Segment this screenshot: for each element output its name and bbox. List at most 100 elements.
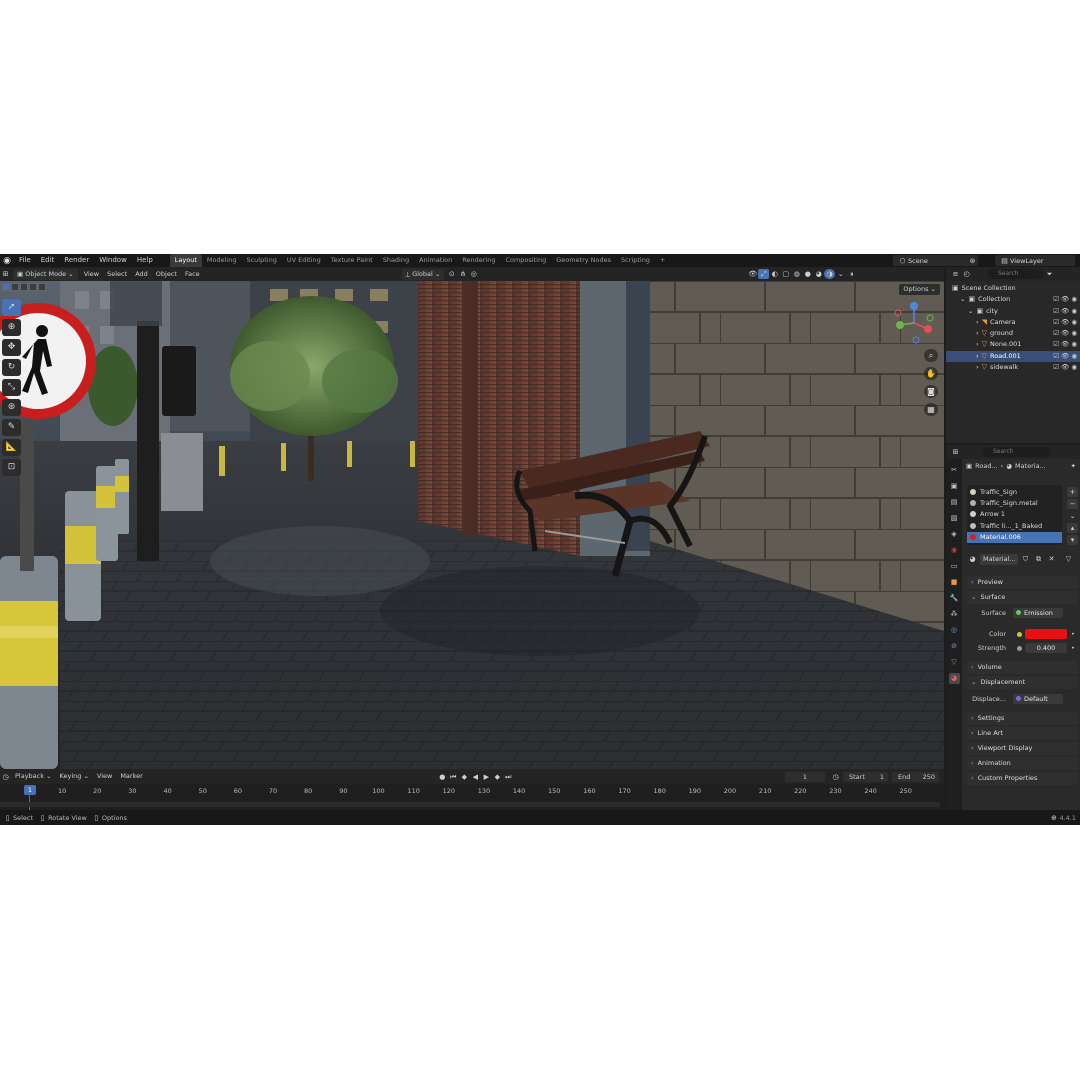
tab-sculpting[interactable]: Sculpting — [241, 254, 281, 267]
proportional-edit-icon[interactable]: ◎ — [468, 269, 479, 279]
visibility-toggles[interactable]: ☑ 👁 ◉ — [1053, 294, 1077, 305]
outliner-row[interactable]: › ◥ Camera ☑ 👁 ◉ — [946, 317, 1080, 328]
navigation-gizmo[interactable] — [892, 301, 936, 345]
material-slot-row[interactable]: Material.006 — [967, 531, 1062, 543]
material-name-field[interactable]: Material... — [980, 553, 1018, 565]
tab-texture-paint[interactable]: Texture Paint — [326, 254, 378, 267]
snap-icon[interactable]: ⋔ — [457, 269, 468, 279]
duplicate-material-icon[interactable]: ⧉ — [1033, 554, 1044, 564]
tab-geometry-nodes[interactable]: Geometry Nodes — [551, 254, 616, 267]
tab-rendering[interactable]: Rendering — [457, 254, 500, 267]
zoom-icon[interactable]: ⌕ — [924, 349, 938, 362]
material-tab-icon[interactable]: ◕ — [948, 673, 960, 684]
xray-icon[interactable]: ▢ — [780, 269, 791, 279]
move-tool-icon[interactable]: ✥ — [2, 339, 21, 356]
select-tool-icon[interactable]: ➚ — [2, 299, 21, 316]
jump-start-icon[interactable]: ⏮ — [448, 772, 459, 782]
end-frame-field[interactable]: End 250 — [892, 772, 939, 782]
tab-animation[interactable]: Animation — [414, 254, 457, 267]
orientation-dropdown[interactable]: ⟂ Global ⌄ — [401, 268, 445, 280]
menu-help[interactable]: Help — [132, 254, 158, 267]
chevron-down-icon[interactable]: ⌄ — [960, 295, 965, 303]
jump-end-icon[interactable]: ⏭ — [503, 772, 514, 782]
panel-custom-properties[interactable]: › Custom Properties — [967, 772, 1078, 785]
properties-editor-icon[interactable]: ⊞ — [950, 447, 961, 457]
chevron-right-icon[interactable]: › — [976, 318, 979, 326]
particles-tab-icon[interactable]: ⁂ — [949, 609, 960, 620]
material-browse-icon[interactable]: ◕ — [967, 554, 978, 564]
object-tab-icon[interactable]: ■ — [949, 577, 960, 588]
pan-hand-icon[interactable]: ✋ — [924, 367, 938, 380]
play-reverse-icon[interactable]: ◀ — [470, 772, 481, 782]
visibility-toggles[interactable]: ☑ 👁 ◉ — [1053, 328, 1077, 339]
timeline-menu-keying[interactable]: Keying ⌄ — [56, 771, 93, 782]
color-swatch[interactable] — [1025, 629, 1067, 639]
panel-line-art[interactable]: › Line Art — [967, 727, 1078, 740]
move-up-icon[interactable]: ▴ — [1067, 523, 1078, 533]
outliner-row[interactable]: › ▽ sidewalk ☑ 👁 ◉ — [946, 362, 1080, 373]
mode-dropdown[interactable]: ▣ Object Mode ⌄ — [13, 268, 78, 280]
render-tab-icon[interactable]: ▣ — [949, 481, 960, 492]
remove-slot-icon[interactable]: − — [1067, 499, 1078, 509]
outliner-row[interactable]: › ▽ ground ☑ 👁 ◉ — [946, 328, 1080, 339]
output-tab-icon[interactable]: ▤ — [949, 497, 960, 508]
timeline-frames[interactable]: 1 10 20 30 40 50 60 70 80 90 100 110 120 130 140 150 16… — [0, 784, 944, 810]
menu-render[interactable]: Render — [59, 254, 94, 267]
timeline-menu-playback[interactable]: Playback ⌄ — [11, 771, 56, 782]
menu-object[interactable]: Object — [152, 269, 181, 280]
measure-tool-icon[interactable]: 📐 — [2, 439, 21, 456]
timeline-menu-view[interactable]: View — [93, 771, 116, 782]
outliner-row[interactable]: ⌄ ▣ Collection ☑ 👁 ◉ — [946, 294, 1080, 305]
cursor-tool-icon[interactable]: ⊕ — [2, 319, 21, 336]
select-invert-icon[interactable] — [29, 283, 37, 291]
panel-settings[interactable]: › Settings — [967, 712, 1078, 725]
visibility-toggles[interactable]: ☑ 👁 ◉ — [1053, 339, 1077, 350]
3d-viewport[interactable]: ➚ ⊕ ✥ ↻ ⤡ ⊛ ✎ 📐 ⊡ Options ⌄ ⌕ ✋ ◙ ▦ — [0, 281, 944, 769]
constraints-tab-icon[interactable]: ⊘ — [949, 641, 960, 652]
menu-window[interactable]: Window — [94, 254, 132, 267]
perspective-grid-icon[interactable]: ▦ — [924, 403, 938, 416]
material-slot-row[interactable]: Traffic_Sign.metal — [967, 498, 1062, 509]
visibility-toggles[interactable]: ☑ 👁 ◉ — [1053, 362, 1077, 373]
blender-logo-icon[interactable]: ◉ — [0, 256, 14, 266]
gizmo-icon[interactable]: ⤢ — [758, 269, 770, 279]
select-box-icon[interactable] — [2, 283, 10, 291]
tab-shading[interactable]: Shading — [378, 254, 414, 267]
collection-tab-icon[interactable]: ▭ — [949, 561, 960, 572]
panel-viewport-display[interactable]: › Viewport Display — [967, 742, 1078, 755]
options-dropdown[interactable]: Options ⌄ — [899, 284, 940, 295]
timeline-editor-icon[interactable]: ◷ — [0, 772, 11, 782]
pin-icon[interactable]: ✦ — [1071, 462, 1076, 470]
panel-preview[interactable]: › Preview — [967, 576, 1078, 589]
add-workspace-button[interactable]: + — [655, 254, 670, 267]
world-tab-icon[interactable]: ◉ — [949, 545, 960, 556]
display-mode-icon[interactable]: ◴ — [961, 269, 972, 279]
tab-uv-editing[interactable]: UV Editing — [282, 254, 326, 267]
overlay-icon[interactable]: ◐ — [769, 269, 780, 279]
physics-tab-icon[interactable]: ◎ — [949, 625, 960, 636]
view-layer-tab-icon[interactable]: ▧ — [949, 513, 960, 524]
node-link-icon[interactable]: ▽ — [1063, 554, 1074, 564]
menu-face[interactable]: Face — [181, 269, 204, 280]
chevron-right-icon[interactable]: › — [976, 363, 979, 371]
current-frame-field[interactable]: 1 — [785, 772, 825, 782]
pause-render-icon[interactable]: ⏸ — [846, 269, 857, 279]
transform-tool-icon[interactable]: ⊛ — [2, 399, 21, 416]
clock-icon[interactable]: ◷ — [830, 772, 841, 782]
menu-file[interactable]: File — [14, 254, 36, 267]
modifier-tab-icon[interactable]: 🔧 — [949, 593, 960, 604]
timeline-menu-marker[interactable]: Marker — [116, 771, 146, 782]
slot-menu-icon[interactable]: ⌄ — [1067, 511, 1078, 521]
material-slot-row[interactable]: Traffic li..._1_Baked — [967, 521, 1062, 532]
outliner-search-input[interactable]: Search — [988, 269, 1044, 279]
annotate-tool-icon[interactable]: ✎ — [2, 419, 21, 436]
move-down-icon[interactable]: ▾ — [1067, 535, 1078, 545]
outliner-row[interactable]: › ▽ Road.001 ☑ 👁 ◉ — [946, 350, 1080, 363]
select-subtract-icon[interactable] — [20, 283, 28, 291]
editor-type-icon[interactable]: ⊞ — [0, 269, 11, 279]
fake-user-icon[interactable]: ⛉ — [1020, 554, 1031, 564]
pivot-icon[interactable]: ⊙ — [446, 269, 457, 279]
tab-scripting[interactable]: Scripting — [616, 254, 655, 267]
outliner-row[interactable]: ▣ Scene Collection — [946, 283, 1080, 294]
view-layer-selector[interactable]: ▤ ViewLayer — [995, 255, 1075, 266]
